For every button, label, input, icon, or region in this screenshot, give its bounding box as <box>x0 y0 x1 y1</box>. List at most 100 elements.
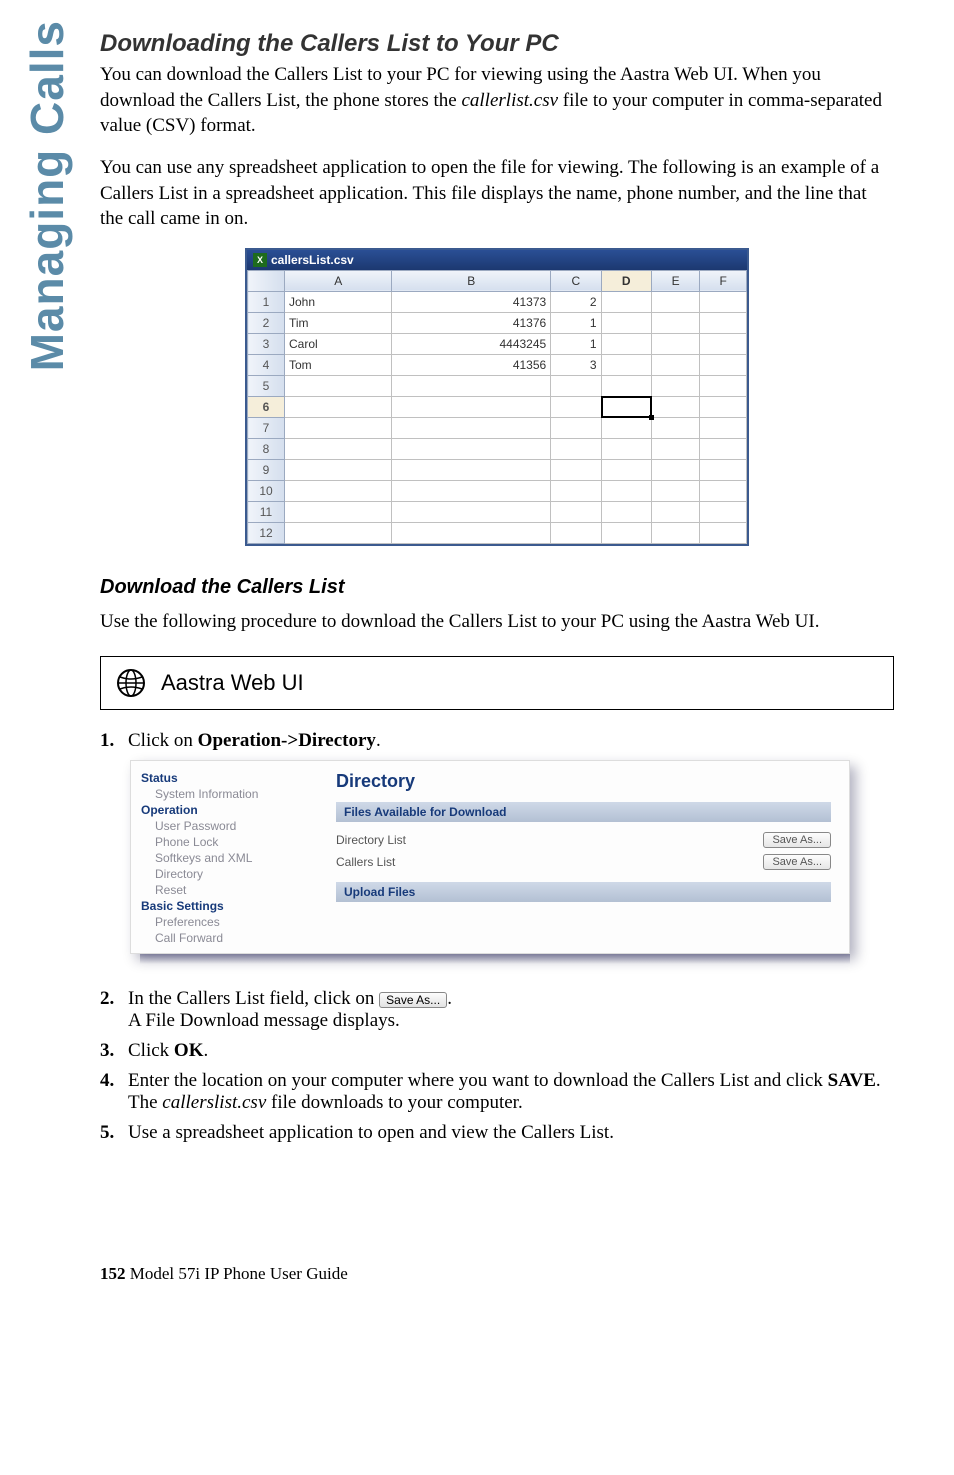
col-d: D <box>601 270 651 291</box>
side-userpw: User Password <box>141 819 316 833</box>
cell <box>601 522 651 543</box>
cell <box>700 438 747 459</box>
save-as-button-2[interactable]: Save As... <box>763 854 831 870</box>
cell: Carol <box>285 333 392 354</box>
cell <box>700 417 747 438</box>
row-header: 8 <box>248 438 285 459</box>
heading-download: Downloading the Callers List to Your PC <box>100 30 894 58</box>
web-main-title: Directory <box>336 771 831 792</box>
cell <box>551 438 601 459</box>
cell <box>601 459 651 480</box>
step-3: 3. Click OK. <box>100 1040 894 1062</box>
cell <box>700 480 747 501</box>
cell <box>551 459 601 480</box>
web-row-dirlist: Directory List Save As... <box>336 832 831 848</box>
row-header: 4 <box>248 354 285 375</box>
step1-suffix: . <box>376 730 381 751</box>
aastra-web-ui-label: Aastra Web UI <box>161 670 304 696</box>
col-e: E <box>651 270 699 291</box>
para-2: You can use any spreadsheet application … <box>100 155 894 232</box>
cell <box>601 354 651 375</box>
page-footer: 152 Model 57i IP Phone User Guide <box>100 1264 894 1284</box>
cell: 1 <box>551 333 601 354</box>
side-softkeys: Softkeys and XML <box>141 851 316 865</box>
row-header: 7 <box>248 417 285 438</box>
cell: 2 <box>551 291 601 312</box>
web-row-callers: Callers List Save As... <box>336 854 831 870</box>
step4-line2a: The <box>128 1092 162 1113</box>
cell <box>285 459 392 480</box>
para3-text: Use the following procedure to download … <box>100 611 815 632</box>
cell <box>285 417 392 438</box>
cell <box>392 375 551 396</box>
cell <box>601 333 651 354</box>
cell: 41373 <box>392 291 551 312</box>
side-prefs: Preferences <box>141 915 316 929</box>
col-b: B <box>392 270 551 291</box>
cell <box>551 480 601 501</box>
row-header: 10 <box>248 480 285 501</box>
cell <box>392 396 551 417</box>
cell <box>551 522 601 543</box>
side-operation: Operation <box>141 803 316 817</box>
cell <box>285 480 392 501</box>
cell <box>651 522 699 543</box>
step3-body: Click OK. <box>128 1040 894 1062</box>
cell <box>601 438 651 459</box>
side-reset: Reset <box>141 883 316 897</box>
globe-icon <box>115 667 147 699</box>
ss-title-text: callersList.csv <box>271 253 354 267</box>
cell <box>285 522 392 543</box>
side-sysinfo: System Information <box>141 787 316 801</box>
cell <box>700 522 747 543</box>
cell <box>700 333 747 354</box>
cell: 1 <box>551 312 601 333</box>
step3-prefix: Click <box>128 1040 174 1061</box>
step1-body: Click on Operation->Directory. <box>128 730 894 752</box>
para-1: You can download the Callers List to you… <box>100 62 894 139</box>
step3-suffix: . <box>203 1040 208 1061</box>
footer-text: Model 57i IP Phone User Guide <box>126 1264 348 1283</box>
cell <box>651 375 699 396</box>
step2-prefix: In the Callers List field, click on <box>128 988 379 1009</box>
side-directory: Directory <box>141 867 316 881</box>
cell <box>601 480 651 501</box>
cell <box>551 396 601 417</box>
inline-save-as-button[interactable]: Save As... <box>379 992 447 1008</box>
side-phonelock: Phone Lock <box>141 835 316 849</box>
step1-num: 1. <box>100 730 122 752</box>
cell <box>392 417 551 438</box>
step5-body: Use a spreadsheet application to open an… <box>128 1122 894 1144</box>
cell <box>601 375 651 396</box>
row-header: 5 <box>248 375 285 396</box>
step3-bold: OK <box>174 1040 204 1061</box>
heading-download-proc: Download the Callers List <box>100 576 894 599</box>
cell <box>651 354 699 375</box>
step4-line2b: callerslist.csv <box>162 1092 266 1113</box>
cell <box>392 480 551 501</box>
cell: 41356 <box>392 354 551 375</box>
cell <box>392 438 551 459</box>
web-main: Directory Files Available for Download D… <box>326 761 849 953</box>
cell: Tom <box>285 354 392 375</box>
step2-num: 2. <box>100 988 122 1032</box>
save-as-button-1[interactable]: Save As... <box>763 832 831 848</box>
web-bar-files: Files Available for Download <box>336 802 831 822</box>
step5-num: 5. <box>100 1122 122 1144</box>
web-ui-screenshot: Status System Information Operation User… <box>130 760 850 964</box>
cell <box>601 291 651 312</box>
cell <box>700 312 747 333</box>
step-1: 1. Click on Operation->Directory. <box>100 730 894 752</box>
step3-num: 3. <box>100 1040 122 1062</box>
step4-line2c: file downloads to your computer. <box>266 1092 522 1113</box>
cell <box>285 396 392 417</box>
step2-line2: A File Download message displays. <box>128 1010 400 1031</box>
cell: Tim <box>285 312 392 333</box>
col-c: C <box>551 270 601 291</box>
page-number: 152 <box>100 1264 126 1283</box>
cell <box>651 417 699 438</box>
cell <box>651 312 699 333</box>
cell <box>651 396 699 417</box>
cell <box>700 354 747 375</box>
corner-cell <box>248 270 285 291</box>
